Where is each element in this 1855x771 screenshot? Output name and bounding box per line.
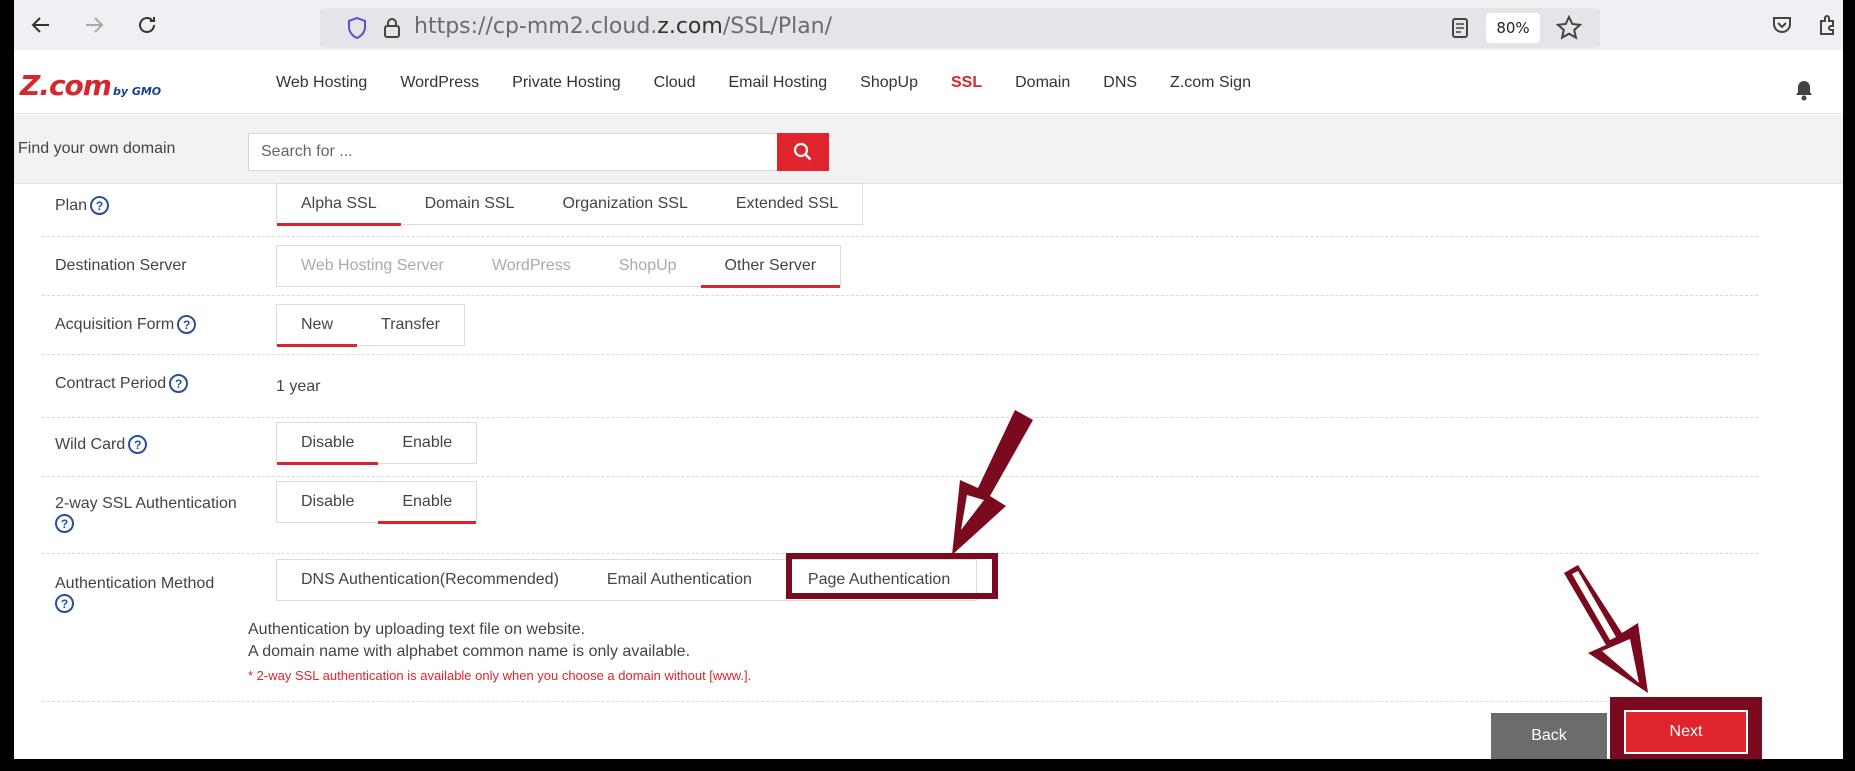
annotation-arrow-icon <box>1564 565 1648 693</box>
two-way-ssl-note: * 2-way SSL authentication is available … <box>248 668 752 683</box>
domain-search-input[interactable] <box>248 133 792 171</box>
nav-item-domain[interactable]: Domain <box>1015 74 1070 92</box>
destination-option-shopup[interactable]: ShopUp <box>595 246 701 286</box>
contract-period-label: Contract Period? <box>55 374 189 394</box>
acquisition-form-row: Acquisition Form? New Transfer <box>42 296 1758 355</box>
two-way-ssl-row: 2-way SSL Authentication? Disable Enable <box>42 477 1758 554</box>
bell-icon[interactable] <box>1794 79 1814 105</box>
acquisition-option-new[interactable]: New <box>277 305 358 347</box>
destination-option-wordpress[interactable]: WordPress <box>468 246 595 286</box>
plan-option-organization-ssl[interactable]: Organization SSL <box>538 184 711 224</box>
nav-item-cloud[interactable]: Cloud <box>654 74 696 92</box>
two-way-ssl-option-enable[interactable]: Enable <box>378 482 477 524</box>
two-way-ssl-selector: Disable Enable <box>276 481 478 524</box>
help-icon[interactable]: ? <box>169 374 189 394</box>
pocket-icon[interactable] <box>1765 8 1799 42</box>
url-text[interactable]: https://cp-mm2.cloud.z.com/SSL/Plan/ <box>414 14 832 39</box>
next-button[interactable]: Next <box>1624 710 1748 754</box>
nav-item-private-hosting[interactable]: Private Hosting <box>512 74 621 92</box>
nav-item-zcom-sign[interactable]: Z.com Sign <box>1170 74 1251 92</box>
nav-item-wordpress[interactable]: WordPress <box>400 74 479 92</box>
wildcard-option-enable[interactable]: Enable <box>378 423 476 463</box>
nav-item-dns[interactable]: DNS <box>1103 74 1137 92</box>
wildcard-selector: Disable Enable <box>276 422 478 465</box>
plan-option-alpha-ssl[interactable]: Alpha SSL <box>277 184 401 226</box>
destination-server-row: Destination Server Web Hosting Server Wo… <box>42 237 1758 296</box>
site-header: Z.com by GMO Web Hosting WordPress Privat… <box>14 54 1843 114</box>
destination-server-selector: Web Hosting Server WordPress ShopUp Othe… <box>276 245 842 288</box>
two-way-ssl-option-disable[interactable]: Disable <box>277 482 378 522</box>
bookmark-star-icon[interactable] <box>1555 14 1583 45</box>
authentication-description: Authentication by uploading text file on… <box>248 621 691 660</box>
plan-label: Plan? <box>55 196 110 216</box>
contract-period-value: 1 year <box>276 378 321 395</box>
help-icon[interactable]: ? <box>55 514 74 534</box>
acquisition-form-label: Acquisition Form? <box>55 315 197 335</box>
annotation-arrow-icon <box>952 410 1033 555</box>
help-icon[interactable]: ? <box>90 196 110 216</box>
plan-row: Plan? Alpha SSL Domain SSL Organization … <box>42 183 1758 237</box>
acquisition-option-transfer[interactable]: Transfer <box>357 305 464 345</box>
wildcard-row: Wild Card? Disable Enable <box>42 418 1758 477</box>
nav-item-email-hosting[interactable]: Email Hosting <box>728 74 827 92</box>
wildcard-label: Wild Card? <box>55 435 148 455</box>
auth-option-email[interactable]: Email Authentication <box>583 560 776 600</box>
domain-search-bar: Find your own domain <box>14 115 1843 184</box>
search-label: Find your own domain <box>18 140 176 157</box>
browser-toolbar: https://cp-mm2.cloud.z.com/SSL/Plan/ 80% <box>14 0 1843 50</box>
screenshot-frame: https://cp-mm2.cloud.z.com/SSL/Plan/ 80%… <box>14 0 1843 759</box>
search-icon <box>793 142 812 161</box>
wildcard-option-disable[interactable]: Disable <box>277 423 379 465</box>
zoom-level-badge[interactable]: 80% <box>1486 13 1540 43</box>
two-way-ssl-label: 2-way SSL Authentication? <box>55 494 255 534</box>
forward-arrow-icon[interactable] <box>77 8 111 42</box>
nav-item-shopup[interactable]: ShopUp <box>860 74 918 92</box>
contract-period-row: Contract Period? 1 year <box>42 355 1758 418</box>
plan-option-extended-ssl[interactable]: Extended SSL <box>712 184 862 224</box>
reader-view-icon[interactable] <box>1450 16 1470 44</box>
plan-selector: Alpha SSL Domain SSL Organization SSL Ex… <box>276 183 864 226</box>
plan-option-domain-ssl[interactable]: Domain SSL <box>401 184 539 224</box>
acquisition-form-selector: New Transfer <box>276 304 465 347</box>
lock-icon[interactable] <box>382 16 402 44</box>
nav-item-ssl[interactable]: SSL <box>951 74 982 92</box>
auth-option-dns[interactable]: DNS Authentication(Recommended) <box>277 560 583 600</box>
address-bar[interactable]: https://cp-mm2.cloud.z.com/SSL/Plan/ 80% <box>320 8 1600 48</box>
reload-icon[interactable] <box>130 8 164 42</box>
shield-icon[interactable] <box>346 16 368 44</box>
extensions-icon[interactable] <box>1811 8 1843 42</box>
destination-server-label: Destination Server <box>55 257 187 274</box>
nav-item-web-hosting[interactable]: Web Hosting <box>276 74 367 92</box>
authentication-method-label: Authentication Method? <box>55 574 255 614</box>
zcom-logo[interactable]: Z.com by GMO <box>20 69 161 102</box>
help-icon[interactable]: ? <box>128 435 148 455</box>
main-nav: Web Hosting WordPress Private Hosting Cl… <box>276 74 1284 92</box>
search-button[interactable] <box>777 133 829 171</box>
back-arrow-icon[interactable] <box>24 8 58 42</box>
destination-option-web-hosting[interactable]: Web Hosting Server <box>277 246 468 286</box>
help-icon[interactable]: ? <box>55 594 74 614</box>
help-icon[interactable]: ? <box>177 315 197 335</box>
destination-option-other-server[interactable]: Other Server <box>700 246 841 288</box>
back-button[interactable]: Back <box>1491 713 1607 759</box>
